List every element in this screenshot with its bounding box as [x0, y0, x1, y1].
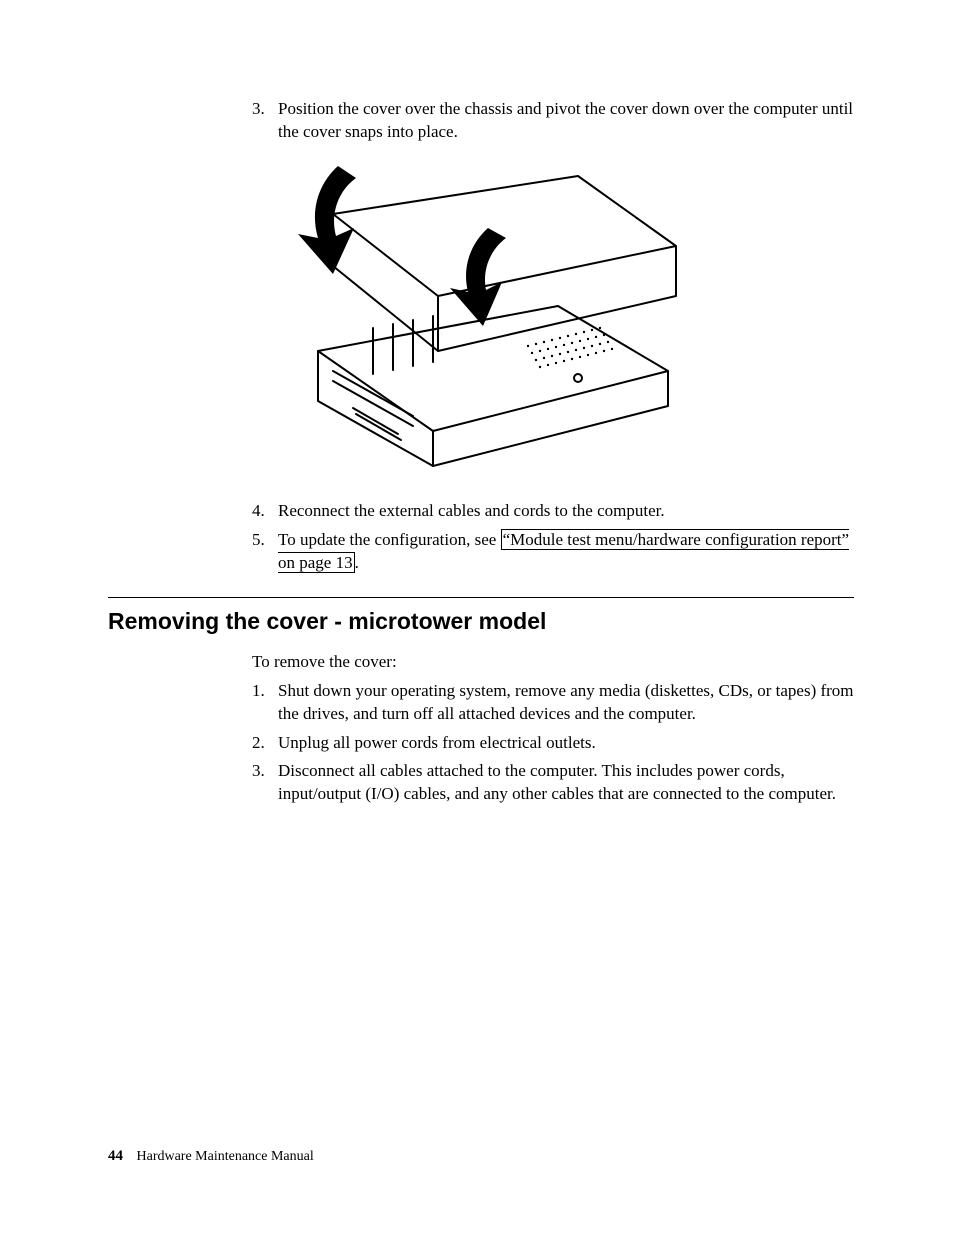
section-intro: To remove the cover: [252, 651, 854, 674]
item-number: 5. [252, 529, 274, 552]
list-item: 1. Shut down your operating system, remo… [108, 680, 854, 726]
item-number: 1. [252, 680, 274, 703]
list-item: 3. Disconnect all cables attached to the… [108, 760, 854, 806]
item-number: 4. [252, 500, 274, 523]
footer-title: Hardware Maintenance Manual [137, 1149, 314, 1164]
item-text: Position the cover over the chassis and … [278, 99, 853, 141]
page-number: 44 [108, 1148, 123, 1164]
item-number: 2. [252, 732, 274, 755]
item-text: Reconnect the external cables and cords … [278, 501, 665, 520]
item-text: Disconnect all cables attached to the co… [278, 761, 836, 803]
chassis-illustration [278, 156, 698, 476]
item-number: 3. [252, 98, 274, 121]
item-text-post: . [355, 553, 359, 572]
content-area: 3. Position the cover over the chassis a… [108, 98, 854, 812]
list-item: 5. To update the configuration, see “Mod… [108, 529, 854, 575]
ordered-list-1-cont: 4. Reconnect the external cables and cor… [108, 500, 854, 575]
ordered-list-1: 3. Position the cover over the chassis a… [108, 98, 854, 144]
item-text: Shut down your operating system, remove … [278, 681, 854, 723]
ordered-list-2: 1. Shut down your operating system, remo… [108, 680, 854, 807]
list-item: 4. Reconnect the external cables and cor… [108, 500, 854, 523]
list-item: 2. Unplug all power cords from electrica… [108, 732, 854, 755]
page: 3. Position the cover over the chassis a… [0, 0, 954, 1235]
list-item: 3. Position the cover over the chassis a… [108, 98, 854, 144]
section-heading: Removing the cover - microtower model [108, 606, 854, 637]
section-rule [108, 597, 854, 598]
figure-cover-install [278, 156, 854, 476]
item-text-pre: To update the configuration, see [278, 530, 501, 549]
page-footer: 44 Hardware Maintenance Manual [108, 1146, 314, 1167]
item-number: 3. [252, 760, 274, 783]
item-text: Unplug all power cords from electrical o… [278, 733, 596, 752]
